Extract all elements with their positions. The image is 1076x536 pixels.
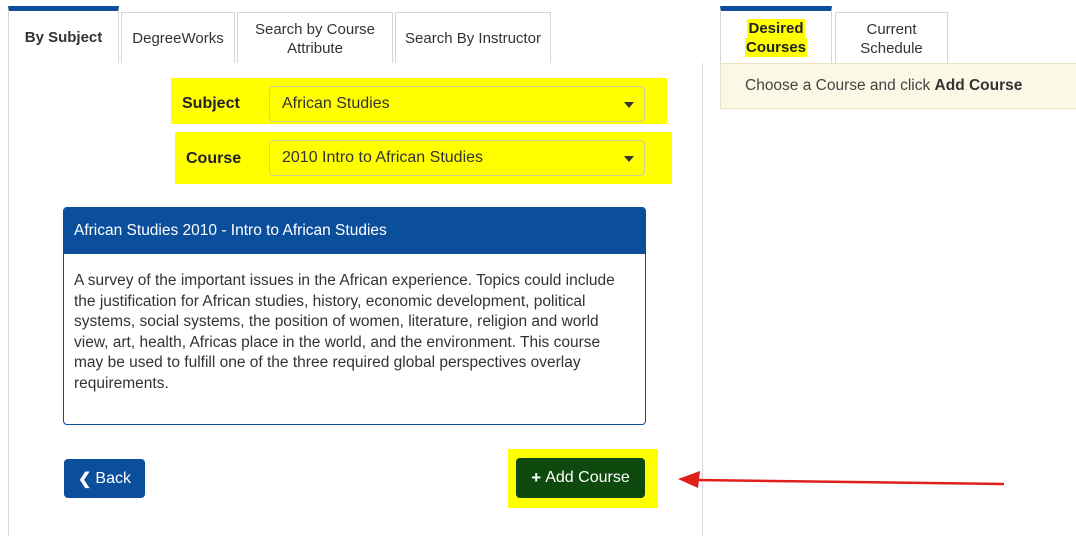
desired-courses-message: Choose a Course and click <box>745 77 935 94</box>
back-button[interactable]: ❮ Back <box>64 459 145 498</box>
tab-degreeworks-label: DegreeWorks <box>132 30 224 47</box>
tab-search-by-course-attribute[interactable]: Search by Course Attribute <box>237 12 393 64</box>
tab-by-subject-label: By Subject <box>24 29 103 46</box>
course-select-value: 2010 Intro to African Studies <box>282 149 484 166</box>
caret-down-icon <box>624 156 634 162</box>
course-card-description: A survey of the important issues in the … <box>74 272 615 392</box>
tab-instructor-label: Search By Instructor <box>405 30 541 47</box>
plus-icon: + <box>531 468 542 487</box>
tab-current-label-line1: Current <box>866 20 917 38</box>
annotation-arrow-icon <box>678 471 1005 488</box>
tab-attribute-label: Search by Course Attribute <box>255 20 375 58</box>
add-course-button[interactable]: + Add Course <box>516 458 645 498</box>
tab-desired-label-line1: Desired <box>747 18 805 38</box>
course-select[interactable]: 2010 Intro to African Studies <box>269 140 645 176</box>
course-label: Course <box>186 150 242 167</box>
search-tabs: By Subject DegreeWorks Search by Course … <box>8 6 553 64</box>
chevron-left-icon: ❮ <box>78 470 92 488</box>
course-description-card: African Studies 2010 - Intro to African … <box>63 207 646 425</box>
subject-select[interactable]: African Studies <box>269 86 645 122</box>
tab-attribute-label-line2: Attribute <box>287 39 343 57</box>
tab-current-schedule[interactable]: Current Schedule <box>835 12 948 64</box>
tab-desired-courses[interactable]: Desired Courses <box>720 6 832 64</box>
subject-label: Subject <box>182 95 240 112</box>
caret-down-icon <box>624 102 634 108</box>
tab-current-label-line2: Schedule <box>860 39 923 57</box>
tab-by-subject[interactable]: By Subject <box>8 6 119 64</box>
subject-select-value: African Studies <box>282 95 390 112</box>
tab-desired-label-line2: Courses <box>744 37 808 57</box>
tab-attribute-label-line1: Search by Course <box>254 20 376 38</box>
course-card-title: African Studies 2010 - Intro to African … <box>64 208 645 254</box>
tab-search-by-instructor[interactable]: Search By Instructor <box>395 12 551 64</box>
tab-degreeworks[interactable]: DegreeWorks <box>121 12 235 64</box>
add-course-button-label: Add Course <box>545 469 630 486</box>
desired-courses-message-bold: Add Course <box>934 77 1023 94</box>
desired-courses-panel: Choose a Course and click Add Course <box>720 63 1076 109</box>
back-button-label: Back <box>95 469 131 487</box>
schedule-tabs: Desired Courses Current Schedule <box>720 6 951 64</box>
